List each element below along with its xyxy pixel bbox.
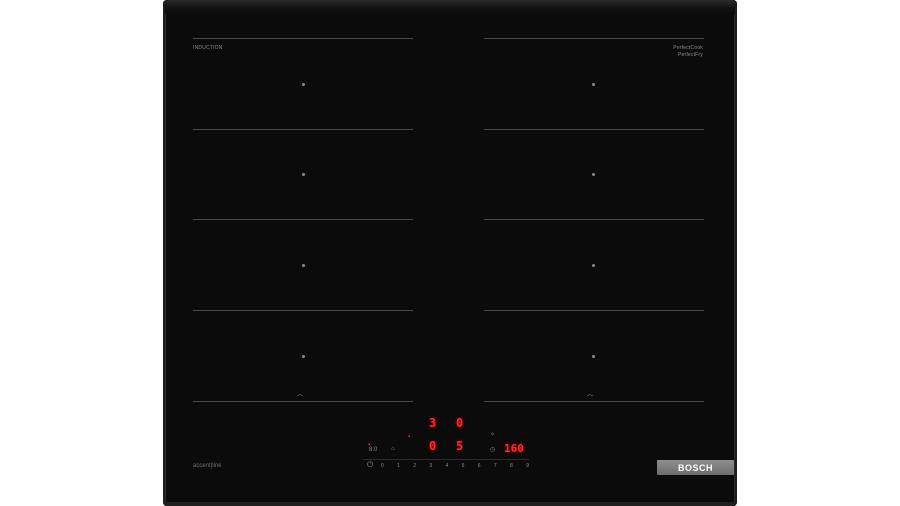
- child-lock-icon[interactable]: ⌂: [391, 446, 395, 452]
- pan-symbol-icon: ⌒: [587, 396, 594, 402]
- zone-line-right-2: [484, 129, 704, 130]
- zone-center-dot: [592, 173, 595, 176]
- slider-step[interactable]: 2: [413, 463, 416, 469]
- zone-line-left-3: [193, 219, 413, 220]
- zone-line-right-1: [484, 38, 704, 39]
- wipe-protect-icon[interactable]: ▪: [368, 442, 370, 448]
- frying-sensor-icon[interactable]: ✧: [490, 431, 495, 438]
- zone-center-dot: [302, 173, 305, 176]
- slider-step[interactable]: 5: [462, 463, 465, 469]
- cooktop-frame-top: [165, 0, 735, 14]
- timer-clock-icon[interactable]: ◷: [490, 446, 495, 453]
- slider-step[interactable]: 4: [446, 463, 449, 469]
- power-slider-track[interactable]: [363, 459, 529, 460]
- slider-step[interactable]: 7: [494, 463, 497, 469]
- slider-step[interactable]: 3: [429, 463, 432, 469]
- pan-symbol-icon: ⌒: [297, 396, 304, 402]
- zone-line-left-1: [193, 38, 413, 39]
- slider-step[interactable]: 6: [478, 463, 481, 469]
- timer-display: 160: [504, 442, 524, 455]
- zone-power-display-mid-right: 5: [456, 439, 464, 453]
- brand-name: BOSCH: [677, 462, 713, 473]
- power-button-icon[interactable]: ⏻: [367, 460, 373, 470]
- zone-line-right-3: [484, 219, 704, 220]
- zone-center-dot: [592, 83, 595, 86]
- zone-center-dot: [592, 355, 595, 358]
- model-line-label: accent|line: [193, 463, 222, 469]
- timer-icon-label[interactable]: 8:0: [369, 447, 377, 453]
- perfectcook-logo: PerfectCook PerfectFry: [673, 45, 703, 58]
- bosch-logo-badge: BOSCH: [657, 460, 734, 475]
- zone-line-left-4: [193, 310, 413, 311]
- cooktop-frame-bottom: [165, 502, 735, 506]
- zone-power-display-mid-left: 0: [429, 439, 437, 453]
- power-slider-scale[interactable]: 0 1 2 3 4 5 6 7 8 9: [381, 463, 529, 469]
- induction-label: INDUCTION: [193, 45, 223, 51]
- zone-power-display-top-right: 0: [456, 416, 464, 430]
- slider-step[interactable]: 8: [510, 463, 513, 469]
- slider-step[interactable]: 9: [526, 463, 529, 469]
- slider-step[interactable]: 1: [397, 463, 400, 469]
- zone-center-dot: [302, 264, 305, 267]
- slider-step[interactable]: 0: [381, 463, 384, 469]
- zone-line-right-5: [484, 401, 704, 402]
- zone-line-left-2: [193, 129, 413, 130]
- zone-line-right-4: [484, 310, 704, 311]
- zone-power-display-top-left: 3: [429, 416, 437, 430]
- zone-center-dot: [302, 83, 305, 86]
- cooktop-glass: ⌒ ⌒ INDUCTION PerfectCook PerfectFry acc…: [163, 0, 737, 506]
- boost-icon[interactable]: ▪: [408, 434, 410, 440]
- zone-center-dot: [302, 355, 305, 358]
- zone-center-dot: [592, 264, 595, 267]
